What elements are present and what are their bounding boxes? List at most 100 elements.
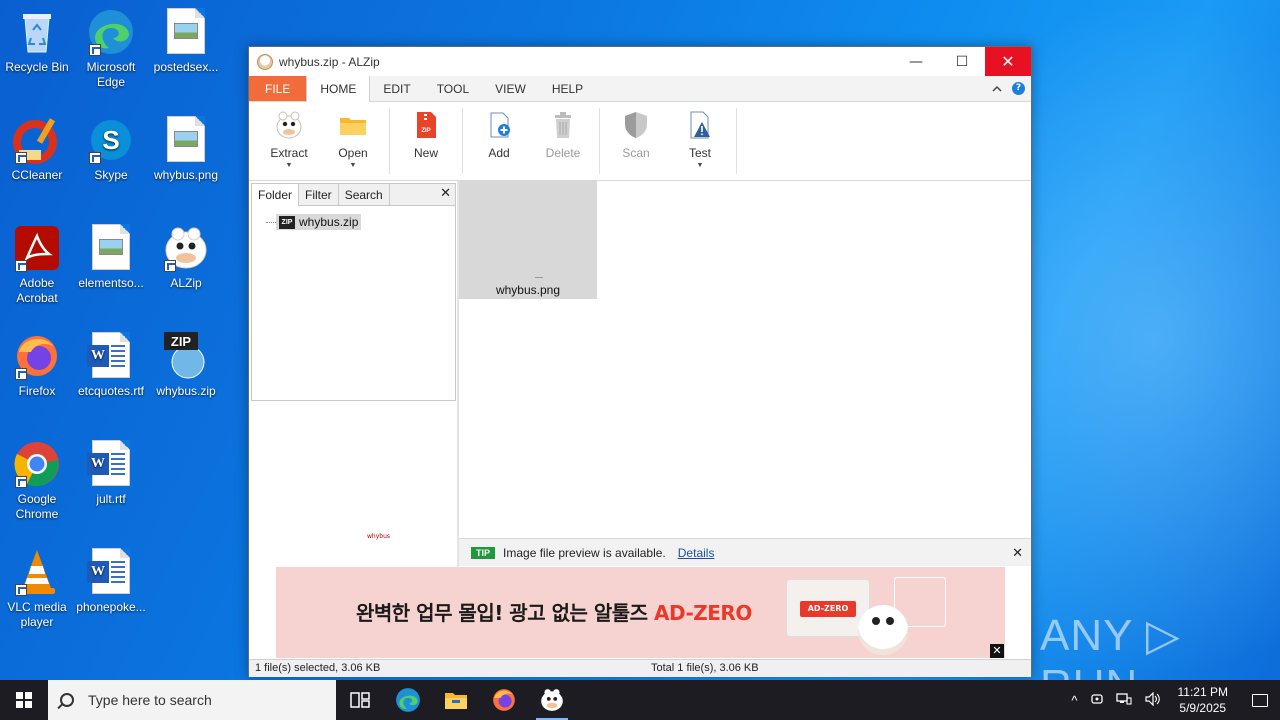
delete-button[interactable]: Delete	[531, 102, 595, 180]
meet-now-icon[interactable]	[1084, 692, 1110, 709]
tip-close-icon[interactable]: ✕	[1012, 545, 1023, 561]
skype-icon: S	[87, 116, 135, 164]
desktop-icon-etcquotes[interactable]: W etcquotes.rtf	[74, 332, 148, 399]
clock-date: 5/9/2025	[1179, 701, 1227, 715]
file-name: whybus.png	[495, 283, 561, 297]
collapse-ribbon-icon[interactable]	[992, 82, 1002, 96]
tip-details-link[interactable]: Details	[678, 546, 715, 560]
dropdown-caret-icon: ▼	[285, 162, 293, 169]
desktop-icon-whybus-png[interactable]: whybus.png	[149, 116, 223, 183]
desktop-icon-alzip[interactable]: ALZip	[149, 224, 223, 291]
action-center-button[interactable]	[1240, 680, 1280, 720]
panel-tabs: Folder Filter Search ✕	[252, 184, 455, 206]
tab-help[interactable]: HELP	[539, 76, 596, 101]
shortcut-arrow-icon	[15, 152, 27, 164]
desktop-icon-label: whybus.png	[153, 168, 219, 182]
desktop-icon-firefox[interactable]: Firefox	[0, 332, 74, 399]
panel-close-icon[interactable]: ✕	[440, 186, 451, 201]
desktop-icon-postedsex[interactable]: postedsex...	[149, 8, 223, 75]
tab-view[interactable]: VIEW	[482, 76, 539, 101]
scan-button[interactable]: Scan	[604, 102, 668, 180]
taskbar-firefox-button[interactable]	[480, 680, 528, 720]
taskbar-clock[interactable]: 11:21 PM 5/9/2025	[1166, 684, 1240, 716]
shield-icon	[621, 110, 651, 140]
desktop-icon-label: etcquotes.rtf	[77, 384, 145, 398]
desktop-icon-ccleaner[interactable]: CCleaner	[0, 116, 74, 183]
test-label: Test	[688, 146, 711, 160]
ribbon-toolbar: Extract ▼ Open ▼ ZIP New Add Delete Scan…	[249, 102, 1031, 181]
taskbar-explorer-button[interactable]	[432, 680, 480, 720]
dropdown-caret-icon: ▼	[349, 162, 357, 169]
tab-folder[interactable]: Folder	[252, 184, 300, 206]
status-total: Total 1 file(s), 3.06 KB	[651, 662, 759, 674]
new-archive-button[interactable]: ZIP New	[394, 102, 458, 180]
extract-button[interactable]: Extract ▼	[257, 102, 321, 180]
desktop-icon-adobe-acrobat[interactable]: Adobe Acrobat	[0, 224, 74, 306]
ribbon-separator	[462, 108, 463, 174]
folder-icon	[338, 110, 368, 140]
ribbon-separator	[599, 108, 600, 174]
folder-panel: Folder Filter Search ✕ ZIP whybus.zip	[251, 183, 456, 401]
tray-overflow-chevron-icon[interactable]: ^	[1065, 693, 1083, 708]
system-tray: ^ 11:21 PM 5/9/2025	[1065, 680, 1280, 720]
shortcut-arrow-icon	[15, 260, 27, 272]
google-chrome-icon	[13, 440, 61, 488]
shortcut-arrow-icon	[89, 152, 101, 164]
ad-close-icon[interactable]: ✕	[990, 644, 1004, 658]
add-file-icon	[484, 110, 514, 140]
open-label: Open	[338, 146, 368, 160]
tab-tool[interactable]: TOOL	[424, 76, 482, 101]
start-button[interactable]	[0, 680, 48, 720]
desktop-icon-jult[interactable]: W jult.rtf	[74, 440, 148, 507]
extract-label: Extract	[270, 146, 308, 160]
window-titlebar[interactable]: whybus.zip - ALZip — ☐ ✕	[249, 47, 1031, 76]
tab-filter[interactable]: Filter	[299, 184, 339, 205]
vlc-cone-icon	[13, 548, 61, 596]
tree-connector	[266, 222, 276, 223]
tab-edit[interactable]: EDIT	[370, 76, 423, 101]
desktop-icon-whybus-zip[interactable]: ZIP whybus.zip	[149, 332, 223, 399]
taskbar-edge-button[interactable]	[384, 680, 432, 720]
minimize-button[interactable]: —	[893, 47, 939, 76]
desktop-icon-vlc[interactable]: VLC media player	[0, 548, 74, 630]
taskbar: Type here to search ^ 11:21 PM 5/9/2025	[0, 680, 1280, 720]
search-placeholder: Type here to search	[88, 692, 212, 708]
taskbar-alzip-button[interactable]	[528, 680, 576, 720]
ad-banner[interactable]: 완벽한 업무 몰입! 광고 없는 알툴즈 AD-ZERO AD-ZERO	[276, 567, 1005, 658]
taskbar-search[interactable]: Type here to search	[48, 680, 336, 720]
extract-mascot-icon	[274, 110, 304, 140]
help-icon[interactable]: ?	[1012, 82, 1025, 95]
new-zip-icon: ZIP	[411, 110, 441, 140]
add-button[interactable]: Add	[467, 102, 531, 180]
desktop-icon-elementso[interactable]: elementso...	[74, 224, 148, 291]
desktop-icon-label: phonepoke...	[76, 600, 146, 614]
file-item-selected[interactable]: whybus.png	[459, 181, 597, 299]
tab-file[interactable]: FILE	[249, 76, 307, 101]
test-warning-icon	[685, 110, 715, 140]
desktop-icon-label: Adobe Acrobat	[16, 276, 58, 305]
alzip-window: whybus.zip - ALZip — ☐ ✕ FILE HOME EDIT …	[248, 46, 1032, 677]
image-file-icon	[162, 8, 210, 56]
tree-item-archive-root[interactable]: ZIP whybus.zip	[276, 214, 362, 230]
ribbon-tabs: FILE HOME EDIT TOOL VIEW HELP ?	[249, 76, 1031, 102]
desktop-icon-recycle-bin[interactable]: Recycle Bin	[0, 8, 74, 75]
network-icon[interactable]	[1110, 692, 1138, 709]
maximize-button[interactable]: ☐	[939, 47, 985, 76]
tab-home[interactable]: HOME	[306, 76, 371, 102]
open-button[interactable]: Open ▼	[321, 102, 385, 180]
close-button[interactable]: ✕	[985, 47, 1031, 76]
shortcut-arrow-icon	[164, 260, 176, 272]
task-view-button[interactable]	[336, 680, 384, 720]
desktop-icon-microsoft-edge[interactable]: Microsoft Edge	[74, 8, 148, 90]
desktop-icon-google-chrome[interactable]: Google Chrome	[0, 440, 74, 522]
desktop-icon-phonepoke[interactable]: W phonepoke...	[74, 548, 148, 615]
dropdown-caret-icon: ▼	[696, 162, 704, 169]
test-button[interactable]: Test ▼	[668, 102, 732, 180]
shortcut-arrow-icon	[15, 584, 27, 596]
desktop-icon-skype[interactable]: S Skype	[74, 116, 148, 183]
volume-icon[interactable]	[1138, 691, 1166, 709]
tab-search[interactable]: Search	[339, 184, 390, 205]
alzip-app-icon	[257, 53, 273, 70]
image-file-icon	[87, 224, 135, 272]
desktop-icon-label: whybus.zip	[156, 384, 216, 398]
